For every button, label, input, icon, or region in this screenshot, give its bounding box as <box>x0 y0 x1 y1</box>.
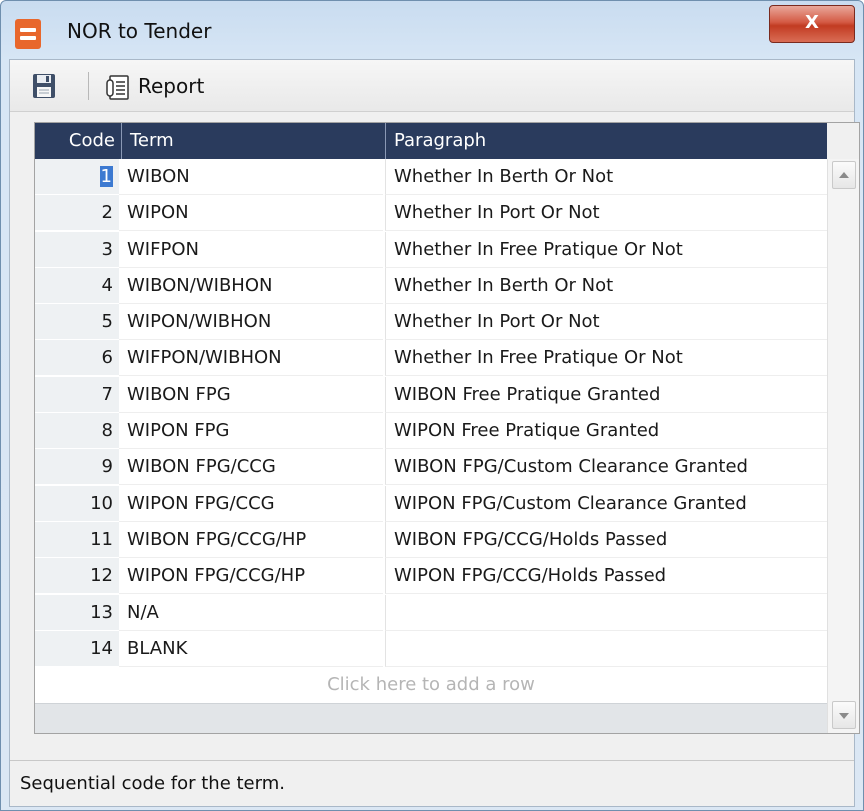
table-row[interactable]: 3 WIFPON Whether In Free Pratique Or Not <box>35 231 827 268</box>
paragraph-cell[interactable]: WIPON FPG/CCG/Holds Passed <box>385 558 827 595</box>
column-header-code[interactable]: Code <box>35 123 121 159</box>
window-title: NOR to Tender <box>67 19 212 43</box>
grid-rows: 1 WIBON Whether In Berth Or Not 2 WIPON … <box>35 159 827 667</box>
table-row[interactable]: 6 WIFPON/WIBHON Whether In Free Pratique… <box>35 340 827 377</box>
term-cell[interactable]: WIPON FPG/CCG/HP <box>119 558 383 595</box>
dialog-body: Report Code Term Paragraph 1 WIBON Wheth… <box>9 59 860 807</box>
term-cell[interactable]: WIBON/WIBHON <box>119 268 383 304</box>
table-row[interactable]: 2 WIPON Whether In Port Or Not <box>35 195 827 232</box>
paragraph-cell[interactable]: WIPON Free Pratique Granted <box>385 413 827 450</box>
floppy-save-icon <box>33 74 55 98</box>
code-cell[interactable]: 14 <box>35 630 119 667</box>
term-cell[interactable]: WIBON FPG/CCG <box>119 449 383 486</box>
close-button[interactable]: X <box>769 5 855 43</box>
column-header-term[interactable]: Term <box>121 123 385 159</box>
add-row-button[interactable]: Click here to add a row <box>35 667 827 703</box>
code-cell[interactable]: 4 <box>35 267 119 304</box>
table-row[interactable]: 10 WIPON FPG/CCG WIPON FPG/Custom Cleara… <box>35 485 827 522</box>
term-cell[interactable]: WIPON FPG <box>119 413 383 450</box>
table-row[interactable]: 11 WIBON FPG/CCG/HP WIBON FPG/CCG/Holds … <box>35 521 827 558</box>
table-row[interactable]: 12 WIPON FPG/CCG/HP WIPON FPG/CCG/Holds … <box>35 558 827 595</box>
paragraph-cell[interactable]: WIBON FPG/CCG/Holds Passed <box>385 521 827 558</box>
code-cell[interactable]: 2 <box>35 195 119 232</box>
table-row[interactable]: 5 WIPON/WIBHON Whether In Port Or Not <box>35 304 827 341</box>
arrow-up-icon <box>839 172 849 178</box>
scroll-down-button[interactable] <box>832 701 856 729</box>
code-cell[interactable]: 12 <box>35 558 119 595</box>
table-row[interactable]: 4 WIBON/WIBHON Whether In Berth Or Not <box>35 267 827 304</box>
code-cell[interactable]: 13 <box>35 594 119 631</box>
code-cell[interactable]: 9 <box>35 449 119 486</box>
term-cell[interactable]: WIFPON/WIBHON <box>119 340 383 377</box>
code-cell[interactable]: 5 <box>35 304 119 341</box>
paragraph-cell[interactable] <box>385 594 827 631</box>
paragraph-cell[interactable]: WIBON FPG/Custom Clearance Granted <box>385 449 827 486</box>
paragraph-cell[interactable]: WIBON Free Pratique Granted <box>385 376 827 413</box>
report-icon <box>106 75 129 100</box>
code-cell[interactable]: 10 <box>35 485 119 522</box>
paragraph-cell[interactable]: Whether In Free Pratique Or Not <box>385 231 827 268</box>
term-cell[interactable]: WIPON/WIBHON <box>119 304 383 341</box>
paragraph-cell[interactable]: Whether In Berth Or Not <box>385 267 827 304</box>
code-cell[interactable]: 3 <box>35 231 119 268</box>
table-row[interactable]: 14 BLANK <box>35 630 827 667</box>
grid-header: Code Term Paragraph <box>35 123 827 159</box>
toolbar: Report <box>10 60 854 112</box>
paragraph-cell[interactable]: Whether In Free Pratique Or Not <box>385 340 827 377</box>
app-icon <box>15 19 41 49</box>
code-cell[interactable]: 7 <box>35 376 119 413</box>
paragraph-cell[interactable]: Whether In Port Or Not <box>385 195 827 232</box>
status-bar: Sequential code for the term. <box>10 760 854 806</box>
term-cell[interactable]: WIPON <box>119 195 383 232</box>
term-cell[interactable]: WIBON FPG <box>119 377 383 413</box>
term-cell[interactable]: BLANK <box>119 631 383 667</box>
term-cell[interactable]: WIBON FPG/CCG/HP <box>119 522 383 558</box>
table-row[interactable]: 8 WIPON FPG WIPON Free Pratique Granted <box>35 413 827 450</box>
nor-to-tender-window: NOR to Tender X Report Code Term Paragra… <box>0 0 864 811</box>
report-label: Report <box>138 74 205 98</box>
term-cell[interactable]: WIFPON <box>119 232 383 268</box>
table-row[interactable]: 7 WIBON FPG WIBON Free Pratique Granted <box>35 376 827 413</box>
close-icon: X <box>805 12 819 33</box>
table-row[interactable]: 13 N/A <box>35 594 827 631</box>
code-cell[interactable]: 11 <box>35 521 119 558</box>
paragraph-cell[interactable]: Whether In Berth Or Not <box>385 159 827 195</box>
title-bar[interactable]: NOR to Tender X <box>1 1 863 59</box>
column-header-paragraph[interactable]: Paragraph <box>385 123 827 159</box>
paragraph-cell[interactable]: WIPON FPG/Custom Clearance Granted <box>385 485 827 522</box>
paragraph-cell[interactable]: Whether In Port Or Not <box>385 304 827 341</box>
code-cell[interactable]: 1 <box>35 159 119 195</box>
term-cell[interactable]: WIBON <box>119 159 383 195</box>
code-cell[interactable]: 8 <box>35 413 119 450</box>
table-row[interactable]: 1 WIBON Whether In Berth Or Not <box>35 159 827 195</box>
save-button[interactable] <box>32 73 56 99</box>
code-cell[interactable]: 6 <box>35 340 119 377</box>
selected-code-value: 1 <box>99 166 113 187</box>
paragraph-cell[interactable] <box>385 630 827 667</box>
table-row[interactable]: 9 WIBON FPG/CCG WIBON FPG/Custom Clearan… <box>35 449 827 486</box>
term-cell[interactable]: WIPON FPG/CCG <box>119 486 383 522</box>
scrollbar-corner <box>827 123 859 159</box>
grid-footer <box>35 703 827 733</box>
toolbar-separator <box>88 72 89 100</box>
term-cell[interactable]: N/A <box>119 595 383 631</box>
terms-grid: Code Term Paragraph 1 WIBON Whether In B… <box>34 122 860 734</box>
vertical-scrollbar[interactable] <box>827 159 859 733</box>
arrow-down-icon <box>839 713 849 719</box>
status-text: Sequential code for the term. <box>20 773 285 794</box>
scroll-up-button[interactable] <box>832 161 856 189</box>
